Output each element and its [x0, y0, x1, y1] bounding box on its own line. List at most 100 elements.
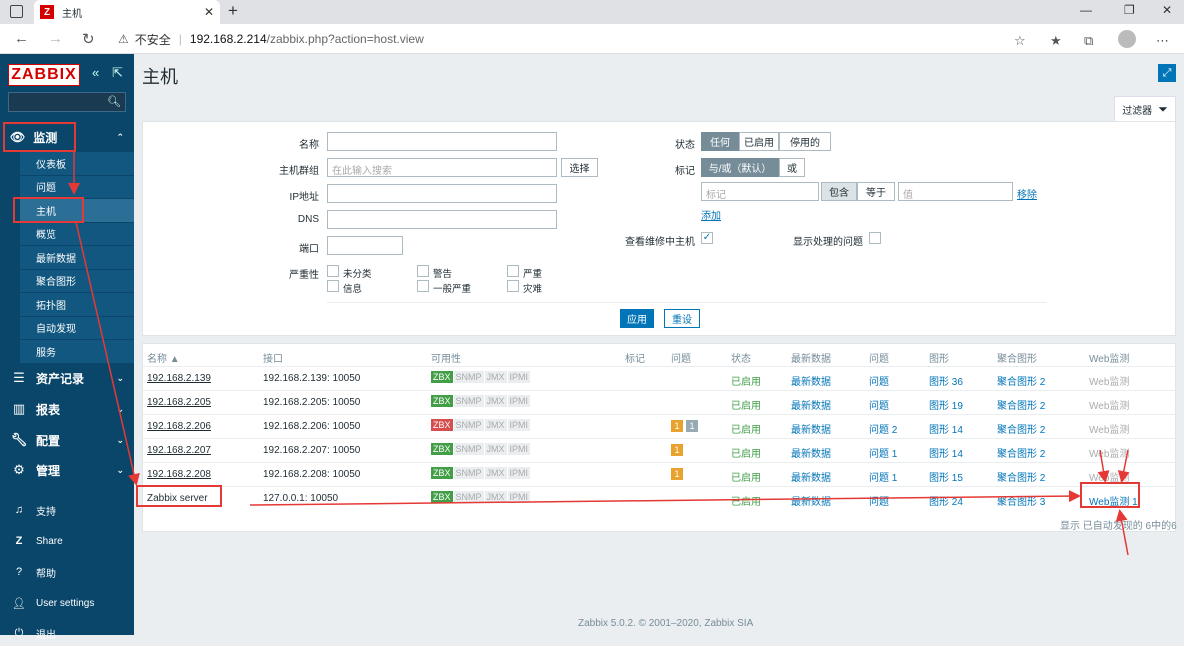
problem-count-average[interactable]: 1 [671, 420, 683, 432]
latest-data-link[interactable]: 最新数据 [791, 445, 831, 460]
screens-link[interactable]: 聚合图形 2 [997, 373, 1045, 388]
sidebar-item-signout[interactable]: ⏻ 退出 [0, 620, 134, 646]
reload-icon[interactable]: ↻ [82, 30, 95, 48]
severity-disaster-checkbox[interactable] [507, 280, 519, 292]
hostgroup-select-button[interactable]: 选择 [561, 158, 598, 177]
host-name-link[interactable]: 192.168.2.206 [147, 421, 211, 432]
forward-icon[interactable]: → [48, 30, 63, 47]
latest-data-link[interactable]: 最新数据 [791, 493, 831, 508]
collapse-sidebar-icon[interactable]: « [92, 65, 99, 80]
browser-tab[interactable]: Z 主机 ✕ [34, 0, 220, 24]
latest-data-link[interactable]: 最新数据 [791, 373, 831, 388]
screens-link[interactable]: 聚合图形 2 [997, 469, 1045, 484]
sidebar-item-share[interactable]: Z Share [0, 528, 134, 554]
host-name-link[interactable]: 192.168.2.207 [147, 445, 211, 456]
status-disabled-button[interactable]: 停用的 [779, 132, 831, 151]
collections-icon[interactable]: ⧉ [1084, 33, 1093, 49]
host-name-link[interactable]: 192.168.2.139 [147, 373, 211, 384]
suppressed-checkbox[interactable] [869, 232, 881, 244]
severity-average-checkbox[interactable] [417, 280, 429, 292]
new-tab-icon[interactable]: + [228, 1, 238, 21]
status-any-button[interactable]: 任何 [701, 132, 739, 151]
fullscreen-icon[interactable]: ⤢ [1158, 64, 1176, 82]
status-enabled[interactable]: 已启用 [731, 421, 761, 436]
problems-link[interactable]: 问题 1 [869, 469, 897, 484]
sidebar-item-user-settings[interactable]: 👤︎ User settings [0, 590, 134, 616]
sidebar-menu-inventory[interactable]: ☰ 资产记录 ⌄ [0, 364, 134, 392]
compact-view-icon[interactable]: ⇱ [112, 65, 123, 81]
tag-remove-link[interactable]: 移除 [1017, 186, 1037, 201]
graphs-link[interactable]: 图形 14 [929, 445, 963, 460]
problem-count-info[interactable]: 1 [686, 420, 698, 432]
col-status-header[interactable]: 状态 [731, 350, 751, 365]
port-input[interactable] [327, 236, 403, 255]
maintenance-checkbox[interactable]: ✓ [701, 232, 713, 244]
close-tab-icon[interactable]: ✕ [204, 5, 214, 19]
apply-button[interactable]: 应用 [620, 309, 654, 328]
maximize-icon[interactable]: ❐ [1124, 3, 1135, 17]
sidebar-item-dashboard[interactable]: 仪表板 [20, 152, 134, 176]
add-favorite-icon[interactable]: ☆ [1014, 33, 1026, 49]
graphs-link[interactable]: 图形 19 [929, 397, 963, 412]
severity-high-checkbox[interactable] [507, 265, 519, 277]
graphs-link[interactable]: 图形 36 [929, 373, 963, 388]
sidebar-item-overview[interactable]: 概览 [20, 222, 134, 246]
tag-add-link[interactable]: 添加 [701, 207, 721, 222]
sidebar-item-latest-data[interactable]: 最新数据 [20, 246, 134, 270]
sidebar-item-problems[interactable]: 问题 [20, 175, 134, 199]
minimize-icon[interactable]: — [1080, 3, 1092, 17]
sidebar-menu-configuration[interactable]: 🔧︎ 配置 ⌄ [0, 426, 134, 454]
graphs-link[interactable]: 图形 15 [929, 469, 963, 484]
tag-name-input[interactable]: 标记 [701, 182, 819, 201]
ip-input[interactable] [327, 184, 557, 203]
severity-information-checkbox[interactable] [327, 280, 339, 292]
sidebar-item-screens[interactable]: 聚合图形 [20, 269, 134, 293]
latest-data-link[interactable]: 最新数据 [791, 397, 831, 412]
status-enabled-button[interactable]: 已启用 [739, 132, 779, 151]
problems-link[interactable]: 问题 [869, 373, 889, 388]
latest-data-link[interactable]: 最新数据 [791, 469, 831, 484]
filter-tab[interactable]: 过滤器 ⏷ [1114, 96, 1176, 122]
graphs-link[interactable]: 图形 24 [929, 493, 963, 508]
problems-link[interactable]: 问题 2 [869, 421, 897, 436]
host-name-link[interactable]: 192.168.2.205 [147, 397, 211, 408]
problems-link[interactable]: 问题 [869, 493, 889, 508]
host-name-link[interactable]: 192.168.2.208 [147, 469, 211, 480]
close-window-icon[interactable]: ✕ [1162, 3, 1172, 17]
graphs-link[interactable]: 图形 14 [929, 421, 963, 436]
severity-notclassified-checkbox[interactable] [327, 265, 339, 277]
window-menu-icon[interactable] [10, 5, 23, 18]
sidebar-menu-reports[interactable]: ▥ 报表 ⌄ [0, 395, 134, 423]
hostgroup-input[interactable]: 在此输入搜索 [327, 158, 557, 177]
problem-count-average[interactable]: 1 [671, 468, 683, 480]
name-input[interactable] [327, 132, 557, 151]
screens-link[interactable]: 聚合图形 2 [997, 445, 1045, 460]
screens-link[interactable]: 聚合图形 3 [997, 493, 1045, 508]
status-enabled[interactable]: 已启用 [731, 373, 761, 388]
col-name-header[interactable]: 名称 ▲ [147, 350, 180, 365]
back-icon[interactable]: ← [14, 30, 29, 47]
dns-input[interactable] [327, 210, 557, 229]
status-enabled[interactable]: 已启用 [731, 469, 761, 484]
status-enabled[interactable]: 已启用 [731, 493, 761, 508]
zabbix-logo[interactable]: ZABBIX [8, 64, 80, 86]
sidebar-search-input[interactable]: 🔍︎ [8, 92, 126, 112]
tag-equals-button[interactable]: 等于 [857, 182, 895, 201]
search-icon[interactable]: 🔍︎ [107, 95, 121, 108]
status-enabled[interactable]: 已启用 [731, 397, 761, 412]
sidebar-item-services[interactable]: 服务 [20, 340, 134, 364]
tag-or-button[interactable]: 或 [779, 158, 805, 177]
severity-warning-checkbox[interactable] [417, 265, 429, 277]
problems-link[interactable]: 问题 [869, 397, 889, 412]
screens-link[interactable]: 聚合图形 2 [997, 397, 1045, 412]
sidebar-item-help[interactable]: ? 帮助 [0, 559, 134, 585]
sidebar-item-discovery[interactable]: 自动发现 [20, 316, 134, 340]
sidebar-menu-administration[interactable]: ⚙ 管理 ⌄ [0, 456, 134, 484]
favorites-icon[interactable]: ★ [1050, 33, 1062, 49]
more-icon[interactable]: ⋯ [1156, 33, 1169, 49]
profile-avatar[interactable] [1118, 30, 1136, 48]
sidebar-item-maps[interactable]: 拓扑图 [20, 293, 134, 317]
problems-link[interactable]: 问题 1 [869, 445, 897, 460]
sidebar-item-support[interactable]: ♫ 支持 [0, 497, 134, 523]
problem-count-average[interactable]: 1 [671, 444, 683, 456]
